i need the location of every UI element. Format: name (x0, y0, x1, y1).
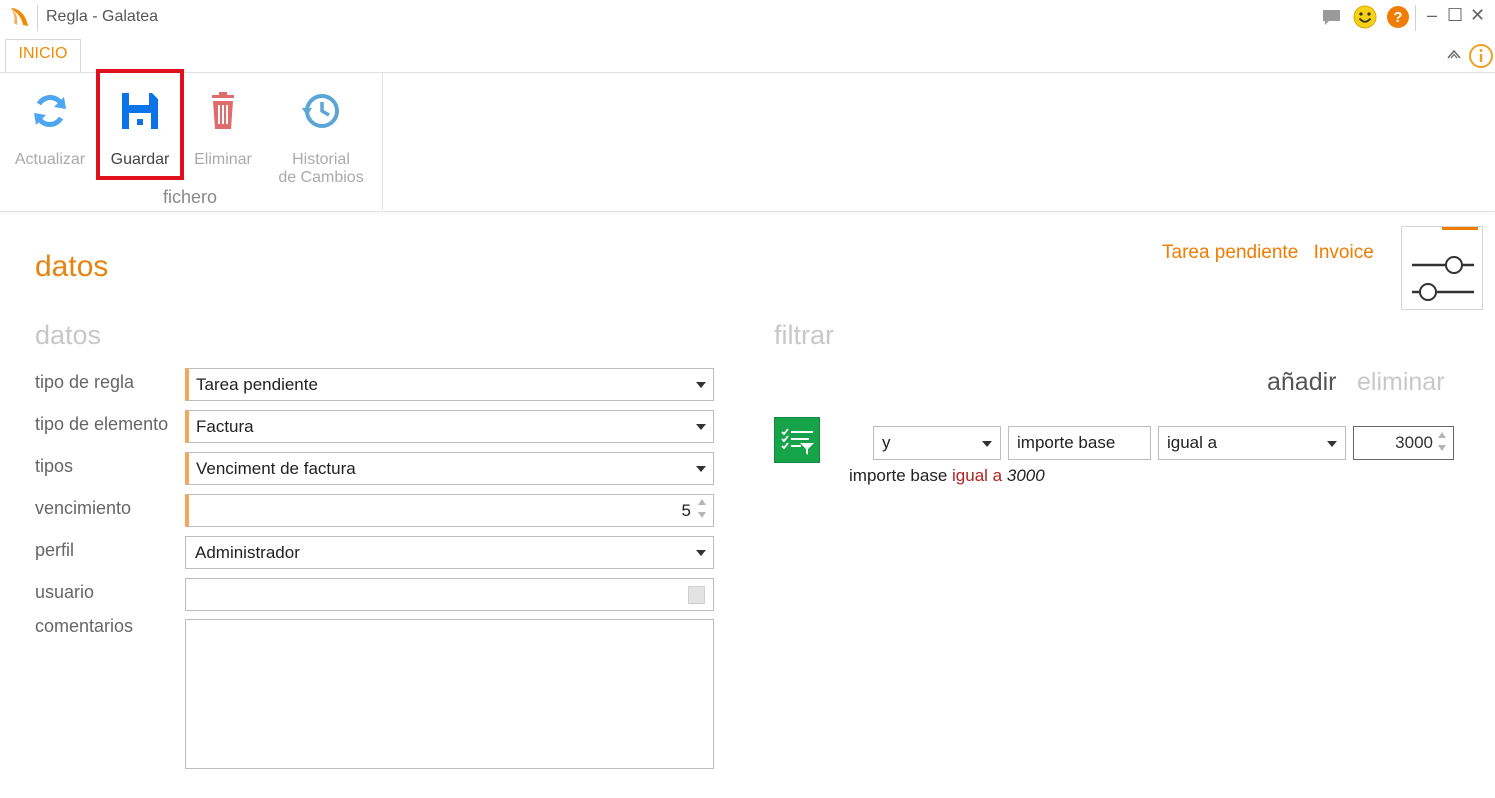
filter-value: 3000 (1395, 433, 1433, 452)
filtrar-section-title: filtrar (774, 320, 834, 350)
title-separator-right (1415, 5, 1416, 31)
filter-connector-value: y (882, 433, 891, 452)
tipo-regla-select[interactable]: Tarea pendiente (185, 368, 714, 401)
page-title: datos (35, 250, 109, 283)
collapse-ribbon-icon[interactable] (1446, 47, 1462, 63)
trash-icon (212, 92, 234, 129)
refresh-icon (34, 95, 66, 127)
delete-button-label: Eliminar (194, 151, 252, 168)
vencimiento-stepper[interactable]: 5 (185, 494, 714, 527)
usuario-lookup[interactable] (185, 578, 714, 611)
settings-accent (1442, 227, 1478, 230)
ribbon-group-separator (382, 73, 383, 210)
info-icon[interactable] (1468, 43, 1494, 69)
datos-section-title: datos (35, 320, 102, 350)
minimize-button[interactable]: – (1427, 4, 1437, 26)
spin-down-icon[interactable] (698, 512, 706, 518)
filter-condition-button[interactable] (774, 417, 820, 463)
tag-rule-type[interactable]: Tarea pendiente (1162, 242, 1298, 263)
label-tipos: tipos (35, 456, 74, 476)
view-settings-button[interactable] (1401, 226, 1483, 310)
filter-summary: importe base igual a 3000 (849, 466, 1045, 486)
filter-operator-select[interactable]: igual a (1158, 426, 1346, 460)
filter-connector-select[interactable]: y (873, 426, 1001, 460)
history-button-label-2: de Cambios (278, 169, 364, 186)
label-perfil: perfil (35, 540, 75, 560)
label-vencimiento: vencimiento (35, 498, 132, 518)
svg-text:?: ? (1393, 9, 1402, 26)
tag-element-type[interactable]: Invoice (1314, 242, 1374, 263)
chevron-down-icon (696, 550, 706, 556)
vencimiento-value: 5 (681, 501, 691, 520)
chevron-down-icon (696, 382, 706, 388)
label-comentarios: comentarios (35, 616, 134, 636)
filter-field-input[interactable]: importe base (1008, 426, 1151, 460)
comentarios-textarea[interactable] (185, 619, 714, 769)
tab-inicio[interactable]: INICIO (5, 39, 81, 73)
refresh-button[interactable]: Actualizar (6, 73, 94, 169)
spinner-arrows[interactable] (698, 499, 708, 521)
add-filter-link[interactable]: añadir (1267, 368, 1337, 397)
history-button-label-1: Historial (292, 151, 350, 168)
maximize-button[interactable]: ☐ (1447, 4, 1463, 26)
help-icon[interactable]: ? (1386, 5, 1410, 29)
tipos-value: Venciment de factura (196, 459, 356, 478)
perfil-select[interactable]: Administrador (185, 536, 714, 569)
delete-button[interactable]: Eliminar (184, 73, 262, 169)
ribbon-group-label: fichero (162, 187, 218, 207)
chat-icon[interactable] (1320, 5, 1344, 29)
app-logo-icon (11, 8, 28, 26)
title-bar: Regla - Galatea ? – ☐ ✕ (0, 0, 1495, 36)
sliders-icon (1412, 256, 1474, 301)
save-button-highlight (96, 69, 184, 180)
filter-summary-value: 3000 (1006, 466, 1045, 485)
tipo-regla-value: Tarea pendiente (196, 375, 318, 394)
chevron-down-icon (696, 424, 706, 430)
ribbon: Actualizar Guardar Eliminar Historial de… (0, 69, 1495, 212)
chevron-down-icon (982, 441, 992, 447)
close-button[interactable]: ✕ (1470, 4, 1485, 26)
filter-field-value: importe base (1017, 433, 1116, 452)
chevron-down-icon (1327, 441, 1337, 447)
spin-up-icon[interactable] (1438, 432, 1446, 438)
history-button[interactable]: Historial de Cambios (266, 73, 376, 187)
history-icon (302, 94, 339, 128)
filter-list-icon (781, 428, 814, 455)
header-tags: Tarea pendiente Invoice (1162, 242, 1384, 264)
refresh-button-label: Actualizar (14, 151, 86, 168)
spin-down-icon[interactable] (1438, 445, 1446, 451)
spin-up-icon[interactable] (698, 499, 706, 505)
lookup-icon[interactable] (688, 586, 705, 604)
perfil-value: Administrador (195, 543, 300, 562)
label-tipo-regla: tipo de regla (35, 372, 135, 392)
filter-summary-field: importe base (849, 466, 948, 485)
remove-filter-link[interactable]: eliminar (1357, 368, 1445, 397)
tipo-elemento-select[interactable]: Factura (185, 410, 714, 443)
filter-operator-value: igual a (1167, 433, 1218, 452)
window-title: Regla - Galatea (46, 8, 159, 25)
label-usuario: usuario (35, 582, 95, 602)
tipo-elemento-value: Factura (196, 417, 254, 436)
filter-summary-operator: igual a (952, 466, 1003, 485)
filter-value-stepper[interactable]: 3000 (1353, 426, 1454, 460)
chevron-down-icon (696, 466, 706, 472)
label-tipo-elemento: tipo de elemento (35, 414, 169, 434)
tipos-select[interactable]: Venciment de factura (185, 452, 714, 485)
filter-spinner-arrows[interactable] (1438, 432, 1448, 454)
smiley-icon[interactable] (1353, 5, 1377, 29)
title-separator (37, 5, 38, 31)
